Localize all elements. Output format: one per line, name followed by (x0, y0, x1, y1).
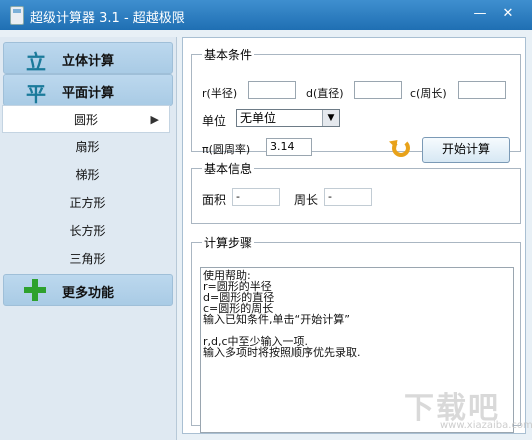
sidebar-item-label: 扇形 (75, 140, 100, 154)
unit-select[interactable]: 无单位 ▼ (236, 109, 340, 127)
basic-info-legend: 基本信息 (204, 162, 253, 176)
category-more-functions[interactable]: 更多功能 (3, 274, 173, 306)
perimeter-label: 周长 (294, 193, 319, 207)
area-label: 面积 (202, 193, 227, 207)
sidebar-item-rectangle[interactable]: 长方形 (0, 217, 175, 245)
area-output: - (232, 188, 280, 206)
category-more-label: 更多功能 (62, 286, 115, 301)
minimize-button[interactable]: — (470, 5, 490, 23)
app-icon (10, 6, 24, 25)
chevron-right-icon: ▶ (150, 113, 159, 126)
reset-icon[interactable] (392, 139, 410, 157)
sidebar-item-circle[interactable]: 圆形 ▶ (2, 105, 170, 133)
title-bar: 超级计算器 3.1 - 超越极限 — ✕ (0, 0, 532, 30)
sidebar-item-trapezoid[interactable]: 梯形 (0, 161, 175, 189)
sidebar-item-sector[interactable]: 扇形 (0, 133, 175, 161)
steps-line: 输入多项时将按照顺序优先录取. (203, 346, 361, 359)
sidebar-item-label: 圆形 (73, 113, 98, 127)
pi-label: π(圆周率) (202, 143, 251, 156)
pi-input[interactable]: 3.14 (266, 138, 312, 156)
main-panel: 基本条件 r(半径) d(直径) c(周长) 单位 无单位 ▼ π(圆周率) 3… (182, 37, 526, 434)
close-button[interactable]: ✕ (498, 5, 518, 23)
diameter-label: d(直径) (306, 87, 344, 100)
steps-line: 输入已知条件,单击“开始计算” (203, 313, 350, 326)
radius-label: r(半径) (202, 87, 238, 100)
sidebar: 立 立体计算 平 平面计算 圆形 ▶ 扇形 梯形 正方形 长方形 三角形 更多功… (0, 37, 177, 440)
diameter-input[interactable] (354, 81, 402, 99)
category-plane-label: 平面计算 (62, 86, 115, 101)
sidebar-item-label: 正方形 (69, 196, 106, 210)
sidebar-item-label: 三角形 (69, 252, 106, 266)
sidebar-item-label: 梯形 (75, 168, 100, 182)
basic-conditions-group: 基本条件 r(半径) d(直径) c(周长) 单位 无单位 ▼ π(圆周率) 3… (191, 46, 521, 163)
category-solid-calc[interactable]: 立 立体计算 (3, 42, 173, 74)
chevron-down-icon[interactable]: ▼ (322, 110, 339, 126)
unit-select-value: 无单位 (240, 111, 277, 125)
radius-input[interactable] (248, 81, 296, 99)
app-window: 超级计算器 3.1 - 超越极限 — ✕ 立 立体计算 平 平面计算 圆形 ▶ … (0, 0, 532, 440)
window-title: 超级计算器 3.1 - 超越极限 (30, 11, 185, 26)
perimeter-output: - (324, 188, 372, 206)
basic-info-group: 基本信息 面积 - 周长 - (191, 160, 521, 224)
sidebar-item-label: 长方形 (69, 224, 106, 238)
category-plane-calc[interactable]: 平 平面计算 (3, 74, 173, 106)
watermark-url: www.xiazaiba.com (440, 420, 532, 431)
circumference-input[interactable] (458, 81, 506, 99)
category-solid-label: 立体计算 (62, 54, 115, 69)
solid-calc-icon: 立 (26, 50, 46, 74)
circumference-label: c(周长) (410, 87, 447, 100)
basic-conditions-legend: 基本条件 (204, 48, 253, 62)
sidebar-item-triangle[interactable]: 三角形 (0, 245, 175, 273)
sidebar-item-square[interactable]: 正方形 (0, 189, 175, 217)
calc-steps-legend: 计算步骤 (204, 236, 253, 250)
plane-calc-icon: 平 (26, 82, 46, 106)
plus-icon (24, 279, 46, 301)
unit-label: 单位 (202, 114, 227, 128)
